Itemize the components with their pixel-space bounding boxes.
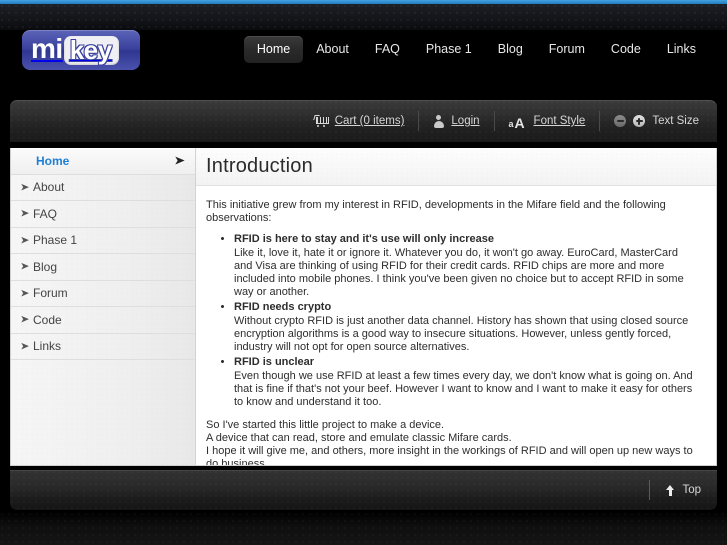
closing-line: So I've started this little project to m…: [206, 419, 445, 431]
sidebar-item-label: Blog: [33, 259, 58, 274]
closing-line: I hope it will give me, and others, more…: [206, 445, 693, 465]
nav-item-links[interactable]: Links: [654, 36, 709, 63]
list-item: RFID is unclear Even though we use RFID …: [234, 356, 696, 409]
site-logo[interactable]: mi key: [22, 30, 140, 70]
nav-item-code[interactable]: Code: [598, 36, 654, 63]
list-item: RFID needs crypto Without crypto RFID is…: [234, 301, 696, 354]
nav-item-home[interactable]: Home: [243, 36, 304, 63]
sidebar-item-label: Phase 1: [33, 233, 78, 248]
observation-title: RFID is unclear: [234, 356, 315, 368]
chevron-right-icon: ➤: [20, 208, 29, 219]
shopping-cart-icon: [312, 115, 329, 127]
chevron-right-icon: ➤: [20, 234, 29, 245]
cart-label: Cart (0 items): [334, 115, 405, 127]
sidebar-item-about[interactable]: ➤ About: [11, 175, 195, 201]
sidebar-item-label: About: [33, 180, 65, 195]
font-style-label: Font Style: [533, 115, 586, 127]
sidebar-navigation: ➤ Home ➤ About ➤ FAQ ➤ Phase 1 ➤ Blog ➤ …: [11, 148, 196, 465]
nav-item-phase-1[interactable]: Phase 1: [413, 36, 485, 63]
chevron-right-icon: ➤: [174, 154, 185, 167]
chevron-right-icon: ➤: [20, 340, 29, 351]
sidebar-item-label: Code: [33, 312, 62, 327]
sidebar-item-code[interactable]: ➤ Code: [11, 307, 195, 334]
content-wrapper: ➤ Home ➤ About ➤ FAQ ➤ Phase 1 ➤ Blog ➤ …: [10, 148, 717, 466]
back-to-top-label: Top: [682, 484, 701, 496]
observation-title: RFID is here to stay and it's use will o…: [234, 233, 494, 245]
sidebar-item-forum[interactable]: ➤ Forum: [11, 281, 195, 307]
utility-toolbar: Cart (0 items) Login aA Font Style Text …: [10, 100, 717, 142]
observation-text: Even though we use RFID at least a few t…: [234, 370, 693, 408]
article-body: This initiative grew from my interest in…: [196, 186, 716, 465]
sidebar-item-blog[interactable]: ➤ Blog: [11, 254, 195, 281]
nav-item-forum[interactable]: Forum: [536, 36, 598, 63]
chevron-right-icon: ➤: [20, 181, 29, 192]
main-navigation: Home About FAQ Phase 1 Blog Forum Code L…: [243, 36, 709, 63]
chevron-right-icon: ➤: [20, 261, 29, 272]
site-header: mi key Home About FAQ Phase 1 Blog Forum…: [0, 4, 727, 92]
sidebar-item-home[interactable]: ➤ Home: [11, 148, 195, 175]
sidebar-item-label: FAQ: [33, 206, 58, 221]
list-item: RFID is here to stay and it's use will o…: [234, 233, 696, 299]
observation-title: RFID needs crypto: [234, 301, 332, 313]
nav-item-blog[interactable]: Blog: [485, 36, 536, 63]
intro-paragraph: This initiative grew from my interest in…: [206, 199, 666, 224]
chevron-right-icon: ➤: [20, 287, 29, 298]
back-to-top-button[interactable]: Top: [649, 480, 701, 500]
arrow-up-icon: [666, 484, 675, 496]
text-size-increase-button[interactable]: [633, 115, 646, 127]
sidebar-item-faq[interactable]: ➤ FAQ: [11, 201, 195, 228]
sidebar-item-links[interactable]: ➤ Links: [11, 334, 195, 360]
article-panel: Introduction This initiative grew from m…: [196, 148, 716, 465]
observations-list: RFID is here to stay and it's use will o…: [206, 233, 696, 409]
observation-text: Without crypto RFID is just another data…: [234, 315, 689, 353]
font-style-icon: aA: [508, 115, 525, 131]
observation-text: Like it, love it, hate it or ignore it. …: [234, 247, 684, 298]
chevron-right-icon: ➤: [20, 314, 29, 325]
text-size-control: Text Size: [600, 111, 703, 131]
logo-key-badge: key: [63, 34, 119, 65]
login-button[interactable]: Login: [419, 111, 495, 131]
sidebar-item-label: Links: [33, 339, 62, 354]
cart-button[interactable]: Cart (0 items): [300, 111, 420, 131]
article-header: Introduction: [196, 148, 716, 186]
page-title: Introduction: [206, 155, 313, 177]
font-style-button[interactable]: aA Font Style: [495, 111, 601, 131]
closing-line: A device that can read, store and emulat…: [206, 432, 512, 444]
closing-paragraph: So I've started this little project to m…: [206, 419, 696, 465]
text-size-decrease-button[interactable]: [614, 115, 627, 127]
nav-item-about[interactable]: About: [303, 36, 362, 63]
sidebar-item-label: Home: [36, 154, 70, 169]
sidebar-item-phase-1[interactable]: ➤ Phase 1: [11, 228, 195, 254]
site-footer: Top: [10, 470, 717, 510]
login-label: Login: [451, 115, 480, 127]
page-bottom-texture: [0, 512, 727, 545]
logo-text-secondary: key: [69, 34, 112, 65]
page-root: mi key Home About FAQ Phase 1 Blog Forum…: [0, 0, 727, 545]
text-size-label: Text Size: [652, 115, 699, 127]
logo-text-primary: mi: [31, 33, 63, 64]
sidebar-item-label: Forum: [33, 286, 68, 301]
user-icon: [433, 115, 444, 128]
nav-item-faq[interactable]: FAQ: [362, 36, 413, 63]
